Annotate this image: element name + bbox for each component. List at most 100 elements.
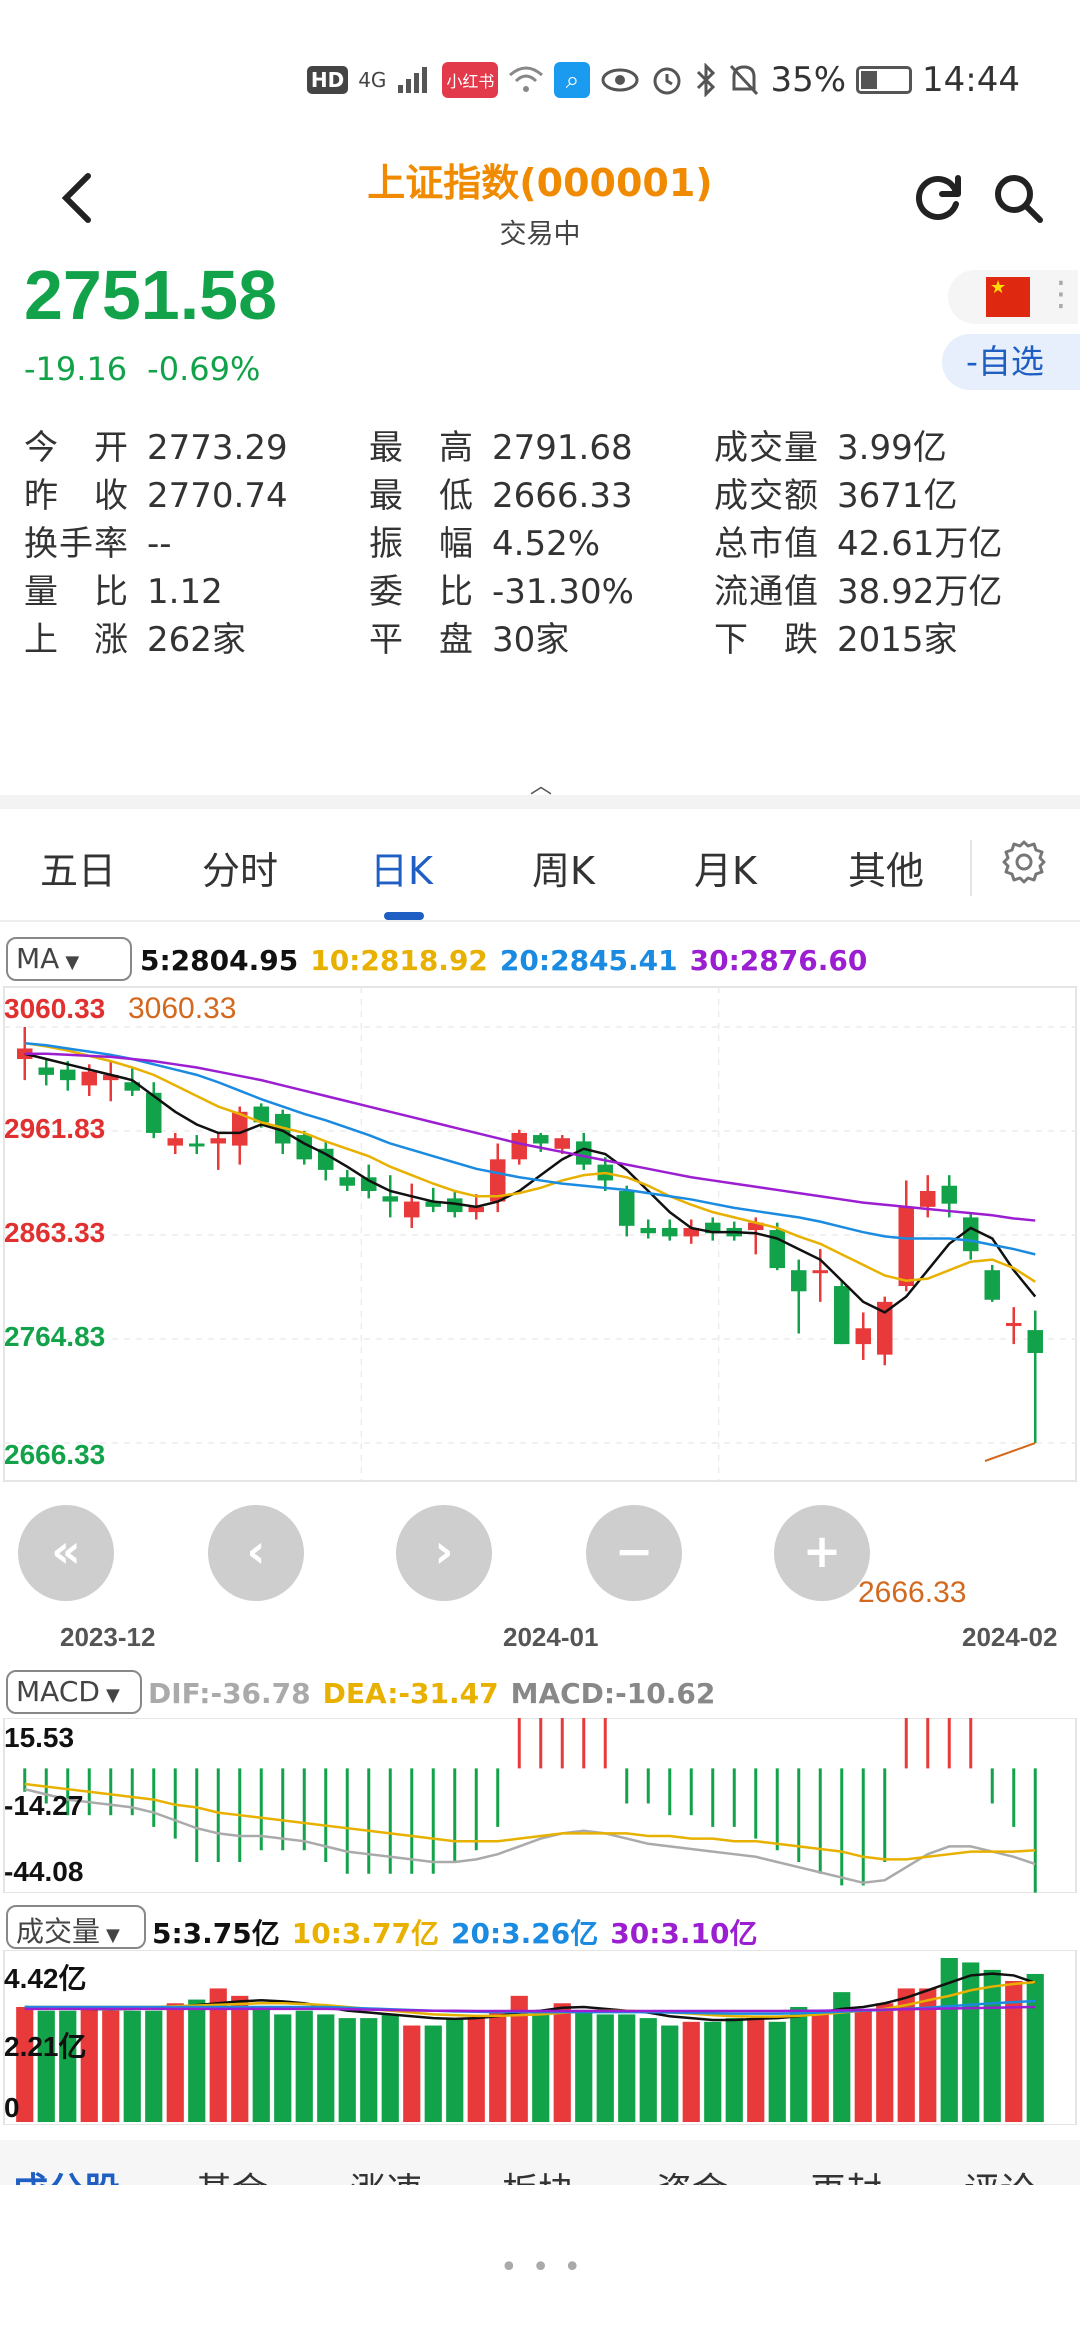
stat-item: 换手率 -- [24,516,172,565]
volume-bar [661,2025,679,2122]
candle-body [640,1227,656,1234]
tab-period[interactable]: 日K [370,840,433,895]
stat-item: 成交额 3671亿 [714,468,958,517]
volume-bar [424,2025,442,2122]
legend-item: DIF:-36.78 [148,1677,311,1710]
zoom-out-button[interactable]: − [586,1505,682,1601]
volume-bar [790,2006,808,2122]
x-axis-label: 2024-01 [503,1622,599,1652]
stat-value: 3.99亿 [837,428,947,468]
next-button[interactable]: › [396,1505,492,1601]
legend-item: 30:3.10亿 [610,1917,758,1950]
zoom-in-button[interactable]: + [774,1505,870,1601]
macd-y-label: 15.53 [4,1722,75,1753]
legend-item: 30:2876.60 [689,944,868,977]
prev-button[interactable]: ‹ [208,1505,304,1601]
volume-bar [725,2018,743,2122]
network-label: 4G [358,68,387,92]
y-axis-label: 2863.33 [4,1217,106,1248]
candle-body [984,1270,1000,1300]
volume-bar [188,1999,206,2122]
refresh-icon [915,175,961,220]
volume-bar [876,2003,894,2122]
tab-period[interactable]: 月K [694,840,757,895]
stat-item: 流通值 38.92万亿 [714,564,1002,613]
alarm-icon [650,63,684,97]
candle-body [167,1138,183,1146]
y-axis-label: 2961.83 [4,1113,106,1144]
tab-period[interactable]: 其他 [848,840,924,895]
ma10-line [24,1041,1036,1283]
stat-item: 量 比 1.12 [24,564,223,613]
candle-body [619,1191,635,1226]
battery-icon [856,66,913,94]
more-vertical-icon: ⋮ [1044,274,1078,314]
legend-item: MACD:-10.62 [510,1677,716,1710]
candle-body [60,1069,76,1081]
volume-bar [1026,1973,1044,2122]
candlestick-chart[interactable] [0,985,1080,1485]
volume-y-label: 0 [4,2092,20,2123]
candle-body [533,1135,549,1144]
volume-bar [682,2021,700,2122]
tab-period[interactable]: 分时 [202,840,278,895]
current-price: 2751.58 [24,256,278,334]
legend-item: 5:3.75亿 [152,1917,280,1950]
stat-label: 流通值 [714,572,819,612]
indicator-selector-ma[interactable]: MA ▼ [6,937,132,981]
candle-body [382,1196,398,1202]
candle-body [662,1227,678,1237]
search-app-icon: ⌕ [554,62,591,98]
volume-legend: 5:3.75亿 10:3.77亿 20:3.26亿 30:3.10亿 [152,1912,770,1952]
volume-bar [983,1969,1001,2122]
candle-body [189,1143,205,1147]
volume-bar [145,2010,163,2122]
indicator-selector-volume[interactable]: 成交量 ▼ [6,1905,146,1949]
macd-chart[interactable] [0,1718,1080,1893]
stat-item: 上 涨 262家 [24,612,246,661]
stat-value: 2773.29 [147,428,288,468]
bluetooth-icon [694,63,718,97]
wifi-icon [508,65,544,95]
period-tabs: 五日 分时 日K 周K 月K 其他 [0,812,1080,922]
indicator-selector-macd[interactable]: MACD ▼ [6,1670,142,1714]
tab-period[interactable]: 周K [532,840,595,895]
candle-body [511,1132,527,1160]
legend-item: 5:2804.95 [140,944,299,977]
tab-period[interactable]: 五日 [40,840,116,895]
candle-body [339,1177,355,1186]
candle-body [81,1071,97,1086]
stat-value: 3671亿 [837,476,958,516]
stat-item: 成交量 3.99亿 [714,420,947,469]
stat-value: -31.30% [492,572,634,612]
stat-value: 4.52% [492,524,601,564]
volume-bar [768,2021,786,2122]
gear-icon [1002,840,1046,884]
stat-item: 最 低 2666.33 [369,468,633,517]
fast-back-button[interactable]: « [18,1505,114,1601]
volume-chart[interactable] [0,1950,1080,2125]
legend-item: 20:2845.41 [499,944,678,977]
candle-body [812,1270,828,1274]
stat-label: 最 高 [369,428,474,468]
candle-body [834,1286,850,1345]
status-bar: HD 4G 小红书 ⌕ 35% 14:44 [0,0,1080,140]
x-axis-label: 2023-12 [60,1622,156,1652]
chart-settings-button[interactable] [1000,838,1048,886]
remove-watchlist-button[interactable]: -自选 [942,334,1080,390]
volume-bar [295,2010,313,2122]
refresh-button[interactable] [910,170,966,226]
stat-label: 振 幅 [369,524,474,564]
stat-label: 今 开 [24,428,129,468]
active-tab-indicator [384,912,424,920]
stat-label: 成交量 [714,428,819,468]
macd-y-label: -14.27 [4,1790,84,1821]
market-flag-box[interactable]: ⋮ [948,270,1078,324]
search-icon [995,175,1043,223]
volume-bar [639,2018,657,2122]
legend-item: 10:2818.92 [310,944,488,977]
search-button[interactable] [990,170,1046,226]
stat-item: 总市值 42.61万亿 [714,516,1002,565]
china-flag-icon [986,277,1030,317]
eye-icon [600,65,640,95]
